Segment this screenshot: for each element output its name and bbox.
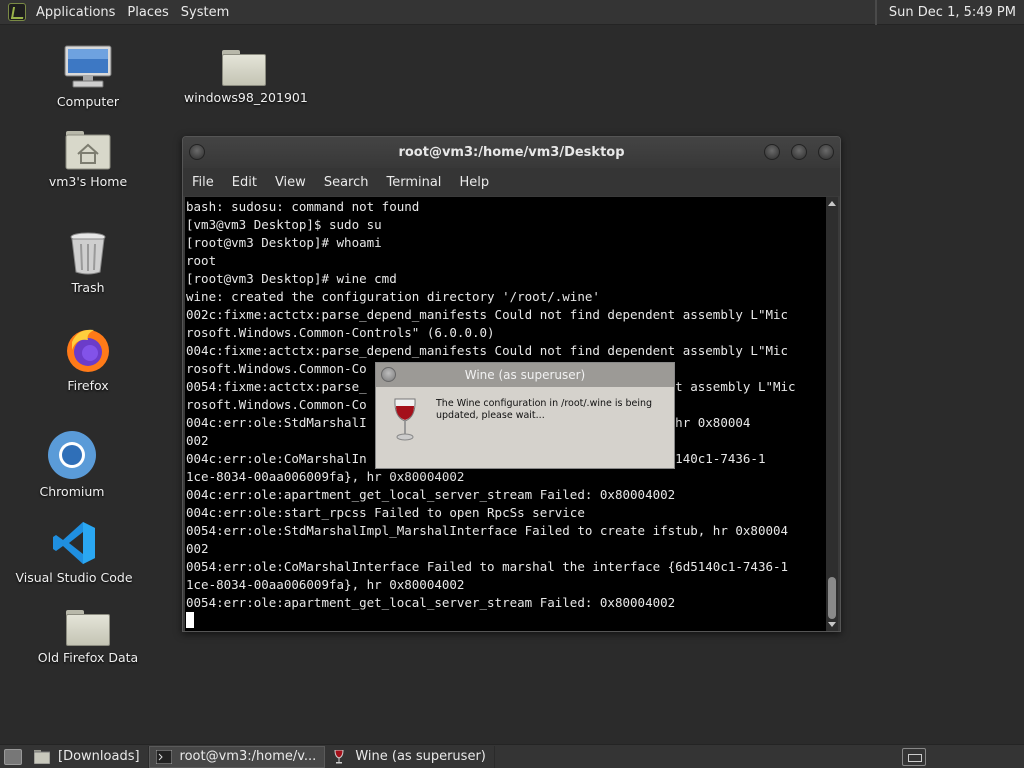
terminal-line: wine: created the configuration director… [186, 289, 600, 304]
vscode-icon [53, 522, 95, 564]
taskbar-item-label: root@vm3:/home/v... [179, 749, 317, 764]
taskbar-item-label: [Downloads] [58, 749, 140, 764]
home-folder-icon [65, 131, 111, 170]
terminal-menubar: File Edit View Search Terminal Help [183, 168, 840, 196]
desktop-icon-label: Chromium [39, 484, 105, 499]
desktop-icon-trash[interactable]: Trash [28, 230, 148, 295]
clock[interactable]: Sun Dec 1, 5:49 PM [874, 0, 1024, 25]
terminal-line: 1ce-8034-00aa006009fa}, hr 0x80004002 [186, 577, 465, 592]
folder-icon [66, 610, 110, 646]
top-panel: Applications Places System Sun Dec 1, 5:… [0, 0, 1024, 25]
window-menu-button[interactable] [189, 144, 205, 160]
text-cursor [186, 612, 194, 628]
window-menu-button[interactable] [381, 367, 396, 382]
bottom-taskbar: [Downloads] root@vm3:/home/v... Wine (as… [0, 744, 1024, 768]
desktop-icon-firefox[interactable]: Firefox [28, 326, 148, 393]
show-desktop-icon[interactable] [4, 748, 22, 765]
desktop-icon-home[interactable]: vm3's Home [28, 130, 148, 189]
menu-help[interactable]: Help [450, 175, 498, 190]
desktop-icon-label: Visual Studio Code [15, 570, 133, 585]
menu-file[interactable]: File [183, 175, 223, 190]
terminal-line: rosoft.Windows.Common-Controls" (6.0.0.0… [186, 325, 495, 340]
terminal-line: 004c:fixme:actctx:parse_depend_manifests… [186, 343, 789, 358]
desktop-icon-label: Old Firefox Data [37, 650, 139, 665]
desktop-icon-chromium[interactable]: Chromium [12, 430, 132, 499]
terminal-line: 002c:fixme:actctx:parse_depend_manifests… [186, 307, 789, 322]
terminal-line: 0054:err:ole:CoMarshalInterface Failed t… [186, 559, 789, 574]
folder-icon [222, 50, 266, 86]
terminal-line: 0054:err:ole:StdMarshalImpl_MarshalInter… [186, 523, 789, 538]
terminal-line: bash: sudosu: command not found [186, 199, 420, 214]
folder-icon [34, 749, 50, 764]
firefox-icon [67, 329, 109, 372]
taskbar-item-downloads[interactable]: [Downloads] [28, 745, 149, 768]
taskbar-item-label: Wine (as superuser) [355, 749, 486, 764]
menu-search[interactable]: Search [315, 175, 378, 190]
taskbar-item-wine[interactable]: Wine (as superuser) [325, 745, 495, 768]
scrollbar-thumb[interactable] [828, 577, 836, 619]
taskbar-item-terminal[interactable]: root@vm3:/home/v... [148, 745, 326, 768]
desktop-icon-label: Trash [71, 280, 105, 295]
menu-terminal[interactable]: Terminal [377, 175, 450, 190]
scroll-down-arrow-icon[interactable] [828, 622, 836, 627]
terminal-icon [155, 749, 172, 764]
menu-view[interactable]: View [266, 175, 315, 190]
desktop-icon-windows98-folder[interactable]: windows98_201901 [184, 50, 308, 105]
desktop-icon-label: windows98_201901 [184, 90, 308, 105]
menu-edit[interactable]: Edit [223, 175, 266, 190]
terminal-line: 004c:err:ole:start_rpcss Failed to open … [186, 505, 585, 520]
wine-dialog-message: The Wine configuration in /root/.wine is… [436, 398, 653, 421]
terminal-line: 004c:err:ole:apartment_get_local_server_… [186, 487, 676, 502]
terminal-line: [root@vm3 Desktop]# wine cmd [186, 271, 397, 286]
workspace-switcher-icon[interactable] [902, 748, 926, 766]
desktop-icon-old-firefox-data[interactable]: Old Firefox Data [28, 610, 148, 665]
chromium-icon [48, 431, 96, 479]
menu-system[interactable]: System [175, 5, 235, 20]
minimize-button[interactable] [764, 144, 780, 160]
terminal-line: [vm3@vm3 Desktop]$ sudo su [186, 217, 382, 232]
wine-dialog[interactable]: Wine (as superuser) The Wine configurati… [375, 362, 675, 469]
trash-icon [70, 232, 106, 275]
computer-icon [64, 45, 112, 88]
desktop-icon-computer[interactable]: Computer [28, 44, 148, 109]
terminal-prompt-line[interactable] [186, 612, 827, 630]
scroll-up-arrow-icon[interactable] [828, 201, 836, 206]
maximize-button[interactable] [791, 144, 807, 160]
terminal-titlebar[interactable]: root@vm3:/home/vm3/Desktop [183, 137, 840, 168]
menu-applications[interactable]: Applications [30, 5, 121, 20]
terminal-line: root [186, 253, 217, 268]
applications-logo-icon[interactable] [8, 3, 26, 21]
wine-glass-icon [334, 749, 344, 763]
desktop-icon-label: vm3's Home [48, 174, 128, 189]
terminal-line: [root@vm3 Desktop]# whoami [186, 235, 382, 250]
wine-dialog-titlebar[interactable]: Wine (as superuser) [376, 363, 674, 387]
menu-places[interactable]: Places [121, 5, 174, 20]
wine-dialog-title: Wine (as superuser) [464, 368, 586, 382]
terminal-line: 0054:err:ole:apartment_get_local_server_… [186, 595, 676, 610]
terminal-scrollbar[interactable] [826, 197, 838, 631]
desktop-icon-vscode[interactable]: Visual Studio Code [14, 520, 134, 585]
desktop-icon-label: Firefox [67, 378, 109, 393]
close-button[interactable] [818, 144, 834, 160]
desktop-icon-label: Computer [56, 94, 120, 109]
terminal-line: 1ce-8034-00aa006009fa}, hr 0x80004002 [186, 469, 465, 484]
wine-glass-icon [394, 398, 416, 441]
terminal-line: 002 [186, 541, 209, 556]
terminal-title: root@vm3:/home/vm3/Desktop [398, 145, 625, 160]
